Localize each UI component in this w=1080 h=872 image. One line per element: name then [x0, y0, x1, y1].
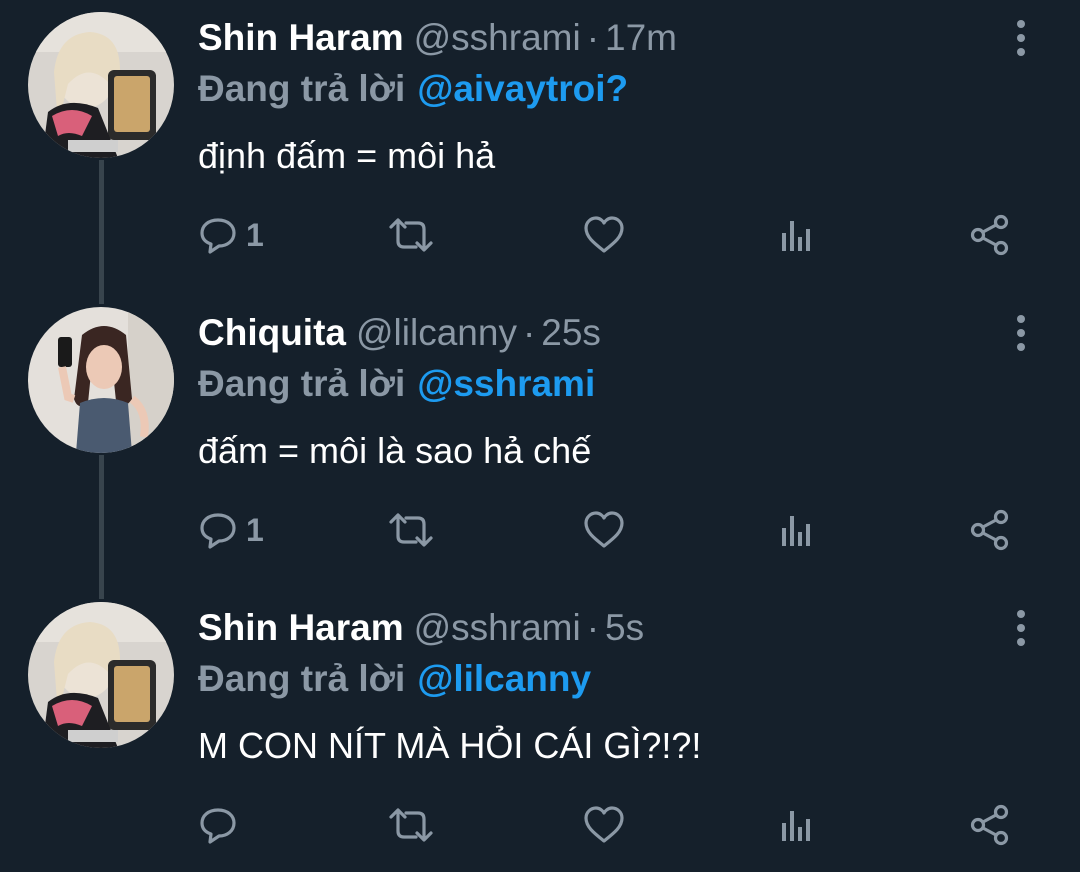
tweet-header: Shin Haram @sshrami · 5s	[198, 604, 644, 652]
thread-line	[99, 160, 104, 304]
display-name[interactable]: Chiquita	[198, 312, 346, 353]
separator: ·	[586, 17, 600, 58]
action-bar	[198, 800, 1018, 850]
user-avatar-icon	[28, 602, 174, 748]
thread-line	[99, 455, 104, 599]
reply-count: 1	[246, 217, 264, 253]
heart-icon	[584, 806, 624, 843]
tweet-text: đấm = môi là sao hả chế	[198, 430, 592, 471]
reply-thread: Shin Haram @sshrami · 17m Đang trả lời @aiva…	[0, 0, 1080, 872]
retweet-button[interactable]	[386, 505, 436, 555]
share-button[interactable]	[968, 800, 1012, 850]
more-options-icon[interactable]	[1006, 608, 1036, 648]
timestamp[interactable]: 5s	[605, 607, 644, 648]
avatar[interactable]	[28, 602, 174, 748]
timestamp[interactable]: 17m	[605, 17, 677, 58]
display-name[interactable]: Shin Haram	[198, 607, 404, 648]
more-options-icon[interactable]	[1006, 18, 1036, 58]
user-handle[interactable]: @lilcanny	[356, 312, 517, 353]
share-icon	[970, 804, 1009, 846]
reply-count: 1	[246, 512, 264, 548]
user-handle[interactable]: @sshrami	[414, 607, 581, 648]
tweet-text: định đấm = môi hả	[198, 135, 496, 176]
retweet-icon	[389, 513, 433, 547]
replying-to: Đang trả lời @sshrami	[198, 359, 595, 409]
avatar[interactable]	[28, 307, 174, 453]
views-button[interactable]	[776, 800, 816, 850]
display-name[interactable]: Shin Haram	[198, 17, 404, 58]
tweet-header: Chiquita @lilcanny · 25s	[198, 309, 601, 357]
replying-to: Đang trả lời @aivaytroi?	[198, 64, 628, 114]
reply-button[interactable]	[198, 800, 246, 850]
more-options-icon[interactable]	[1006, 313, 1036, 353]
replying-to: Đang trả lời @lilcanny	[198, 654, 591, 704]
tweet-text: M CON NÍT MÀ HỎI CÁI GÌ?!?!	[198, 725, 702, 766]
reply-icon	[200, 513, 236, 549]
replying-to-label: Đang trả lời	[198, 658, 406, 699]
reply-button[interactable]: 1	[198, 505, 264, 555]
share-button[interactable]	[968, 505, 1012, 555]
retweet-button[interactable]	[386, 800, 436, 850]
mention-link[interactable]: @lilcanny	[417, 658, 591, 699]
action-bar: 1	[198, 210, 1018, 260]
user-avatar-icon	[28, 12, 174, 158]
retweet-icon	[389, 218, 433, 252]
retweet-icon	[389, 808, 433, 842]
timestamp[interactable]: 25s	[541, 312, 601, 353]
heart-icon	[584, 511, 624, 548]
like-button[interactable]	[582, 800, 626, 850]
replying-to-label: Đang trả lời	[198, 363, 406, 404]
heart-icon	[584, 216, 624, 253]
reply-icon	[200, 218, 236, 254]
analytics-icon	[782, 221, 810, 251]
mention-link[interactable]: @sshrami	[417, 363, 595, 404]
avatar[interactable]	[28, 12, 174, 158]
user-avatar-icon	[28, 307, 174, 453]
reply-button[interactable]: 1	[198, 210, 264, 260]
like-button[interactable]	[582, 210, 626, 260]
action-bar: 1	[198, 505, 1018, 555]
reply-icon	[200, 808, 236, 844]
like-button[interactable]	[582, 505, 626, 555]
analytics-icon	[782, 811, 810, 841]
share-icon	[970, 214, 1009, 256]
user-handle[interactable]: @sshrami	[414, 17, 581, 58]
separator: ·	[586, 607, 600, 648]
share-button[interactable]	[968, 210, 1012, 260]
tweet-header: Shin Haram @sshrami · 17m	[198, 14, 677, 62]
separator: ·	[522, 312, 536, 353]
views-button[interactable]	[776, 505, 816, 555]
analytics-icon	[782, 516, 810, 546]
retweet-button[interactable]	[386, 210, 436, 260]
share-icon	[970, 509, 1009, 551]
mention-link[interactable]: @aivaytroi?	[417, 68, 628, 109]
views-button[interactable]	[776, 210, 816, 260]
replying-to-label: Đang trả lời	[198, 68, 406, 109]
